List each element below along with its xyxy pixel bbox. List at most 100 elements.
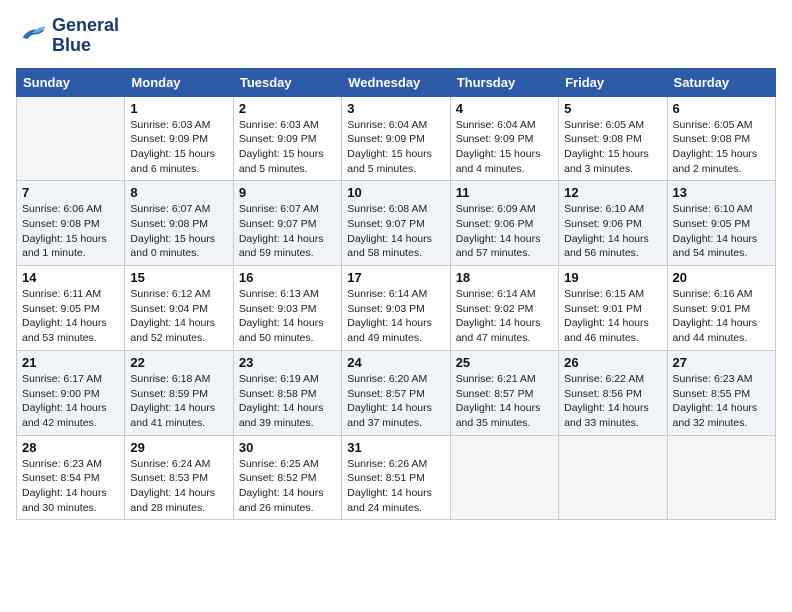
day-number: 9	[239, 185, 336, 200]
day-detail: Sunrise: 6:26 AMSunset: 8:51 PMDaylight:…	[347, 457, 444, 516]
calendar-cell: 31 Sunrise: 6:26 AMSunset: 8:51 PMDayligh…	[342, 435, 450, 520]
day-detail: Sunrise: 6:10 AMSunset: 9:05 PMDaylight:…	[673, 202, 770, 261]
calendar-cell: 27Sunrise: 6:23 AMSunset: 8:55 PMDayligh…	[667, 350, 775, 435]
day-number: 2	[239, 101, 336, 116]
day-number: 25	[456, 355, 553, 370]
calendar-cell: 29 Sunrise: 6:24 AMSunset: 8:53 PMDayligh…	[125, 435, 233, 520]
calendar-cell: 17 Sunrise: 6:14 AMSunset: 9:03 PMDayligh…	[342, 266, 450, 351]
calendar-cell: 9 Sunrise: 6:07 AMSunset: 9:07 PMDaylight…	[233, 181, 341, 266]
calendar-cell: 20 Sunrise: 6:16 AMSunset: 9:01 PMDayligh…	[667, 266, 775, 351]
calendar-cell: 12 Sunrise: 6:10 AMSunset: 9:06 PMDayligh…	[559, 181, 667, 266]
day-number: 12	[564, 185, 661, 200]
day-number: 22	[130, 355, 227, 370]
day-number: 31	[347, 440, 444, 455]
calendar-cell: 15 Sunrise: 6:12 AMSunset: 9:04 PMDayligh…	[125, 266, 233, 351]
calendar-cell: 22 Sunrise: 6:18 AMSunset: 8:59 PMDayligh…	[125, 350, 233, 435]
calendar-cell: 19 Sunrise: 6:15 AMSunset: 9:01 PMDayligh…	[559, 266, 667, 351]
day-number: 21	[22, 355, 119, 370]
calendar-cell: 13Sunrise: 6:10 AMSunset: 9:05 PMDayligh…	[667, 181, 775, 266]
calendar-week-row: 21 Sunrise: 6:17 AMSunset: 9:00 PMDayligh…	[17, 350, 776, 435]
day-detail: Sunrise: 6:24 AMSunset: 8:53 PMDaylight:…	[130, 457, 227, 516]
day-detail: Sunrise: 6:07 AMSunset: 9:08 PMDaylight:…	[130, 202, 227, 261]
day-number: 23	[239, 355, 336, 370]
weekday-header: Thursday	[450, 68, 558, 96]
day-detail: Sunrise: 6:14 AMSunset: 9:02 PMDaylight:…	[456, 287, 553, 346]
day-number: 15	[130, 270, 227, 285]
weekday-header: Tuesday	[233, 68, 341, 96]
day-detail: Sunrise: 6:03 AMSunset: 9:09 PMDaylight:…	[130, 118, 227, 177]
calendar-cell: 10 Sunrise: 6:08 AMSunset: 9:07 PMDayligh…	[342, 181, 450, 266]
day-detail: Sunrise: 6:16 AMSunset: 9:01 PMDaylight:…	[673, 287, 770, 346]
logo: General Blue	[16, 16, 119, 56]
calendar-cell	[17, 96, 125, 181]
day-number: 17	[347, 270, 444, 285]
day-detail: Sunrise: 6:19 AMSunset: 8:58 PMDaylight:…	[239, 372, 336, 431]
calendar-cell: 21 Sunrise: 6:17 AMSunset: 9:00 PMDayligh…	[17, 350, 125, 435]
day-number: 7	[22, 185, 119, 200]
day-number: 3	[347, 101, 444, 116]
day-detail: Sunrise: 6:05 AMSunset: 9:08 PMDaylight:…	[564, 118, 661, 177]
weekday-header: Monday	[125, 68, 233, 96]
day-number: 10	[347, 185, 444, 200]
day-detail: Sunrise: 6:22 AMSunset: 8:56 PMDaylight:…	[564, 372, 661, 431]
calendar-cell: 4Sunrise: 6:04 AMSunset: 9:09 PMDaylight…	[450, 96, 558, 181]
weekday-header: Friday	[559, 68, 667, 96]
calendar-cell: 25Sunrise: 6:21 AMSunset: 8:57 PMDayligh…	[450, 350, 558, 435]
day-number: 14	[22, 270, 119, 285]
calendar-cell: 3 Sunrise: 6:04 AMSunset: 9:09 PMDaylight…	[342, 96, 450, 181]
day-detail: Sunrise: 6:10 AMSunset: 9:06 PMDaylight:…	[564, 202, 661, 261]
logo-icon	[16, 22, 48, 50]
day-detail: Sunrise: 6:20 AMSunset: 8:57 PMDaylight:…	[347, 372, 444, 431]
calendar-cell: 7Sunrise: 6:06 AMSunset: 9:08 PMDaylight…	[17, 181, 125, 266]
calendar-cell: 1Sunrise: 6:03 AMSunset: 9:09 PMDaylight…	[125, 96, 233, 181]
day-detail: Sunrise: 6:04 AMSunset: 9:09 PMDaylight:…	[347, 118, 444, 177]
calendar-cell: 11 Sunrise: 6:09 AMSunset: 9:06 PMDayligh…	[450, 181, 558, 266]
day-number: 5	[564, 101, 661, 116]
day-detail: Sunrise: 6:18 AMSunset: 8:59 PMDaylight:…	[130, 372, 227, 431]
day-number: 18	[456, 270, 553, 285]
page-header: General Blue	[16, 16, 776, 56]
day-detail: Sunrise: 6:08 AMSunset: 9:07 PMDaylight:…	[347, 202, 444, 261]
calendar-cell: 30 Sunrise: 6:25 AMSunset: 8:52 PMDayligh…	[233, 435, 341, 520]
day-detail: Sunrise: 6:17 AMSunset: 9:00 PMDaylight:…	[22, 372, 119, 431]
day-number: 27	[673, 355, 770, 370]
calendar-cell	[450, 435, 558, 520]
day-detail: Sunrise: 6:09 AMSunset: 9:06 PMDaylight:…	[456, 202, 553, 261]
day-number: 8	[130, 185, 227, 200]
calendar-week-row: 14 Sunrise: 6:11 AMSunset: 9:05 PMDayligh…	[17, 266, 776, 351]
day-number: 29	[130, 440, 227, 455]
day-number: 24	[347, 355, 444, 370]
day-detail: Sunrise: 6:05 AMSunset: 9:08 PMDaylight:…	[673, 118, 770, 177]
calendar-cell: 14 Sunrise: 6:11 AMSunset: 9:05 PMDayligh…	[17, 266, 125, 351]
weekday-header: Saturday	[667, 68, 775, 96]
day-number: 6	[673, 101, 770, 116]
day-detail: Sunrise: 6:12 AMSunset: 9:04 PMDaylight:…	[130, 287, 227, 346]
calendar-cell: 2Sunrise: 6:03 AMSunset: 9:09 PMDaylight…	[233, 96, 341, 181]
calendar-cell	[559, 435, 667, 520]
calendar-header-row: SundayMondayTuesdayWednesdayThursdayFrid…	[17, 68, 776, 96]
day-number: 28	[22, 440, 119, 455]
calendar-week-row: 7Sunrise: 6:06 AMSunset: 9:08 PMDaylight…	[17, 181, 776, 266]
weekday-header: Wednesday	[342, 68, 450, 96]
calendar-cell: 28 Sunrise: 6:23 AMSunset: 8:54 PMDayligh…	[17, 435, 125, 520]
day-number: 30	[239, 440, 336, 455]
day-detail: Sunrise: 6:14 AMSunset: 9:03 PMDaylight:…	[347, 287, 444, 346]
day-detail: Sunrise: 6:15 AMSunset: 9:01 PMDaylight:…	[564, 287, 661, 346]
calendar-cell: 8 Sunrise: 6:07 AMSunset: 9:08 PMDaylight…	[125, 181, 233, 266]
calendar-cell: 24 Sunrise: 6:20 AMSunset: 8:57 PMDayligh…	[342, 350, 450, 435]
calendar-cell: 23 Sunrise: 6:19 AMSunset: 8:58 PMDayligh…	[233, 350, 341, 435]
calendar-cell: 26Sunrise: 6:22 AMSunset: 8:56 PMDayligh…	[559, 350, 667, 435]
calendar-table: SundayMondayTuesdayWednesdayThursdayFrid…	[16, 68, 776, 521]
calendar-cell: 5 Sunrise: 6:05 AMSunset: 9:08 PMDaylight…	[559, 96, 667, 181]
calendar-week-row: 28 Sunrise: 6:23 AMSunset: 8:54 PMDayligh…	[17, 435, 776, 520]
day-number: 20	[673, 270, 770, 285]
day-number: 19	[564, 270, 661, 285]
calendar-cell: 16Sunrise: 6:13 AMSunset: 9:03 PMDayligh…	[233, 266, 341, 351]
day-detail: Sunrise: 6:11 AMSunset: 9:05 PMDaylight:…	[22, 287, 119, 346]
day-detail: Sunrise: 6:07 AMSunset: 9:07 PMDaylight:…	[239, 202, 336, 261]
day-detail: Sunrise: 6:25 AMSunset: 8:52 PMDaylight:…	[239, 457, 336, 516]
calendar-cell: 6 Sunrise: 6:05 AMSunset: 9:08 PMDaylight…	[667, 96, 775, 181]
day-number: 11	[456, 185, 553, 200]
day-detail: Sunrise: 6:23 AMSunset: 8:54 PMDaylight:…	[22, 457, 119, 516]
day-number: 4	[456, 101, 553, 116]
